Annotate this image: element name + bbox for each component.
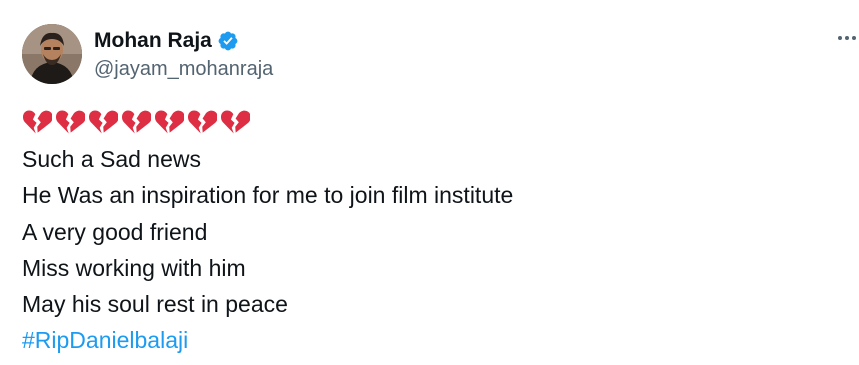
more-horizontal-icon: [838, 36, 842, 40]
user-avatar-icon: [22, 24, 82, 84]
broken-heart-icon: [22, 108, 52, 138]
broken-heart-icon: [220, 108, 250, 138]
tweet: Mohan Raja @jayam_mohanraja Such a Sad n…: [0, 0, 859, 365]
broken-heart-emoji-row: [22, 108, 250, 138]
broken-heart-icon: [88, 108, 118, 138]
author-display-name[interactable]: Mohan Raja: [94, 29, 212, 53]
hashtag-link[interactable]: #RipDanielbalaji: [22, 327, 188, 353]
tweet-line: May his soul rest in peace: [22, 291, 288, 318]
author-handle[interactable]: @jayam_mohanraja: [94, 58, 273, 81]
verified-badge-icon[interactable]: [217, 30, 239, 52]
broken-heart-icon: [121, 108, 151, 138]
broken-heart-icon: [55, 108, 85, 138]
tweet-line: A very good friend: [22, 218, 208, 245]
broken-heart-icon: [187, 108, 217, 138]
tweet-line: He Was an inspiration for me to join fil…: [22, 182, 514, 209]
tweet-text: Such a Sad news He Was an inspiration fo…: [22, 141, 822, 359]
tweet-line: Such a Sad news: [22, 146, 202, 172]
author-name-row: Mohan Raja: [94, 28, 239, 54]
more-dot: [852, 36, 856, 40]
avatar[interactable]: [22, 24, 82, 84]
more-dot: [845, 36, 849, 40]
broken-heart-icon: [154, 108, 184, 138]
more-options-button[interactable]: [838, 28, 859, 48]
tweet-line: Miss working with him: [22, 254, 246, 281]
